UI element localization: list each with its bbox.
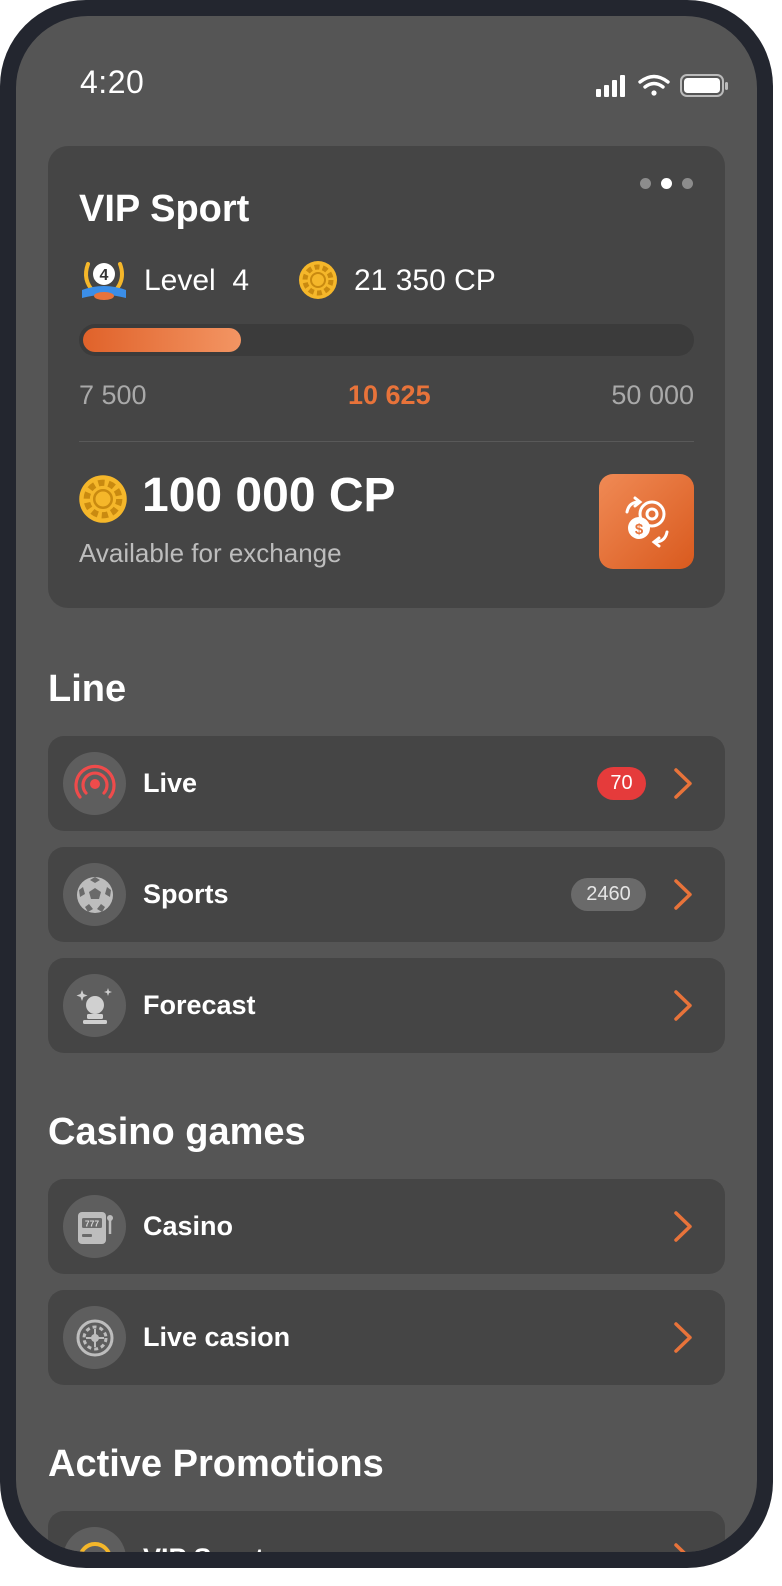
list-item-forecast[interactable]: Forecast [48, 958, 725, 1053]
phone-frame: 4:20 VIP Sport 4 Level 4 21 350 CP 7 500… [0, 0, 773, 1568]
exchange-button[interactable]: $ [599, 474, 694, 569]
status-time: 4:20 [80, 64, 145, 100]
list-item-live[interactable]: Live 70 [48, 736, 725, 831]
list-item-label: Casino [143, 1211, 234, 1241]
level-number: 4 [100, 267, 109, 284]
chevron-right-icon [674, 1543, 686, 1552]
roulette-icon [63, 1306, 126, 1369]
level-progress-fill [83, 328, 241, 352]
list-item-sports[interactable]: Sports 2460 [48, 847, 725, 942]
count-badge: 70 [597, 767, 646, 800]
battery-icon [680, 74, 728, 97]
list-item-promotion[interactable]: VIP Sport [48, 1511, 725, 1552]
list-item-label: Forecast [143, 990, 256, 1020]
chevron-right-icon [674, 1211, 692, 1242]
signal-icon [596, 75, 625, 97]
section-title-casino: Casino games [48, 1111, 306, 1153]
pager-dot-active[interactable] [661, 178, 672, 189]
progress-current: 10 625 [348, 380, 431, 410]
status-icons [594, 72, 730, 100]
wifi-icon [638, 74, 670, 96]
laurel-level-icon: 4 [78, 254, 130, 306]
coin-icon [63, 1527, 126, 1552]
vip-title: VIP Sport [79, 188, 250, 230]
list-item-label: Sports [143, 879, 229, 909]
list-item-live-casino[interactable]: Live casion [48, 1290, 725, 1385]
list-item-label: Live [143, 768, 198, 798]
live-broadcast-icon [63, 752, 126, 815]
exchange-caption: Available for exchange [79, 538, 342, 568]
section-title-promotions: Active Promotions [48, 1443, 384, 1485]
cp-balance: 21 350 CP [354, 264, 496, 297]
chevron-right-icon [674, 990, 692, 1021]
list-item-label: VIP Sport [143, 1543, 264, 1552]
soccer-ball-icon [63, 863, 126, 926]
svg-text:$: $ [634, 521, 643, 538]
pager-dot[interactable] [682, 178, 693, 189]
exchange-amount: 100 000 CP [142, 469, 396, 522]
pager-dot[interactable] [640, 178, 651, 189]
vip-card: VIP Sport 4 Level 4 21 350 CP 7 500 10 6… [48, 146, 725, 608]
level-label: Level 4 [144, 264, 250, 297]
count-badge: 2460 [571, 878, 646, 911]
list-item-label: Live casion [143, 1322, 291, 1352]
progress-max: 50 000 [611, 380, 694, 410]
chevron-right-icon [674, 768, 692, 799]
slot-machine-icon: 777 [63, 1195, 126, 1258]
level-progress-bar [79, 324, 694, 356]
progress-min: 7 500 [79, 380, 147, 410]
chevron-right-icon [674, 879, 692, 910]
divider [79, 441, 694, 442]
list-item-casino[interactable]: 777 Casino [48, 1179, 725, 1274]
coin-icon [78, 474, 128, 524]
screen: 4:20 VIP Sport 4 Level 4 21 350 CP 7 500… [16, 16, 757, 1552]
svg-text:777: 777 [84, 1218, 98, 1228]
coin-icon [298, 260, 338, 300]
pager-dots[interactable] [640, 178, 693, 189]
chevron-right-icon [674, 1322, 692, 1353]
crystal-ball-icon [63, 974, 126, 1037]
section-title-line: Line [48, 668, 127, 710]
exchange-icon: $ [625, 496, 668, 547]
